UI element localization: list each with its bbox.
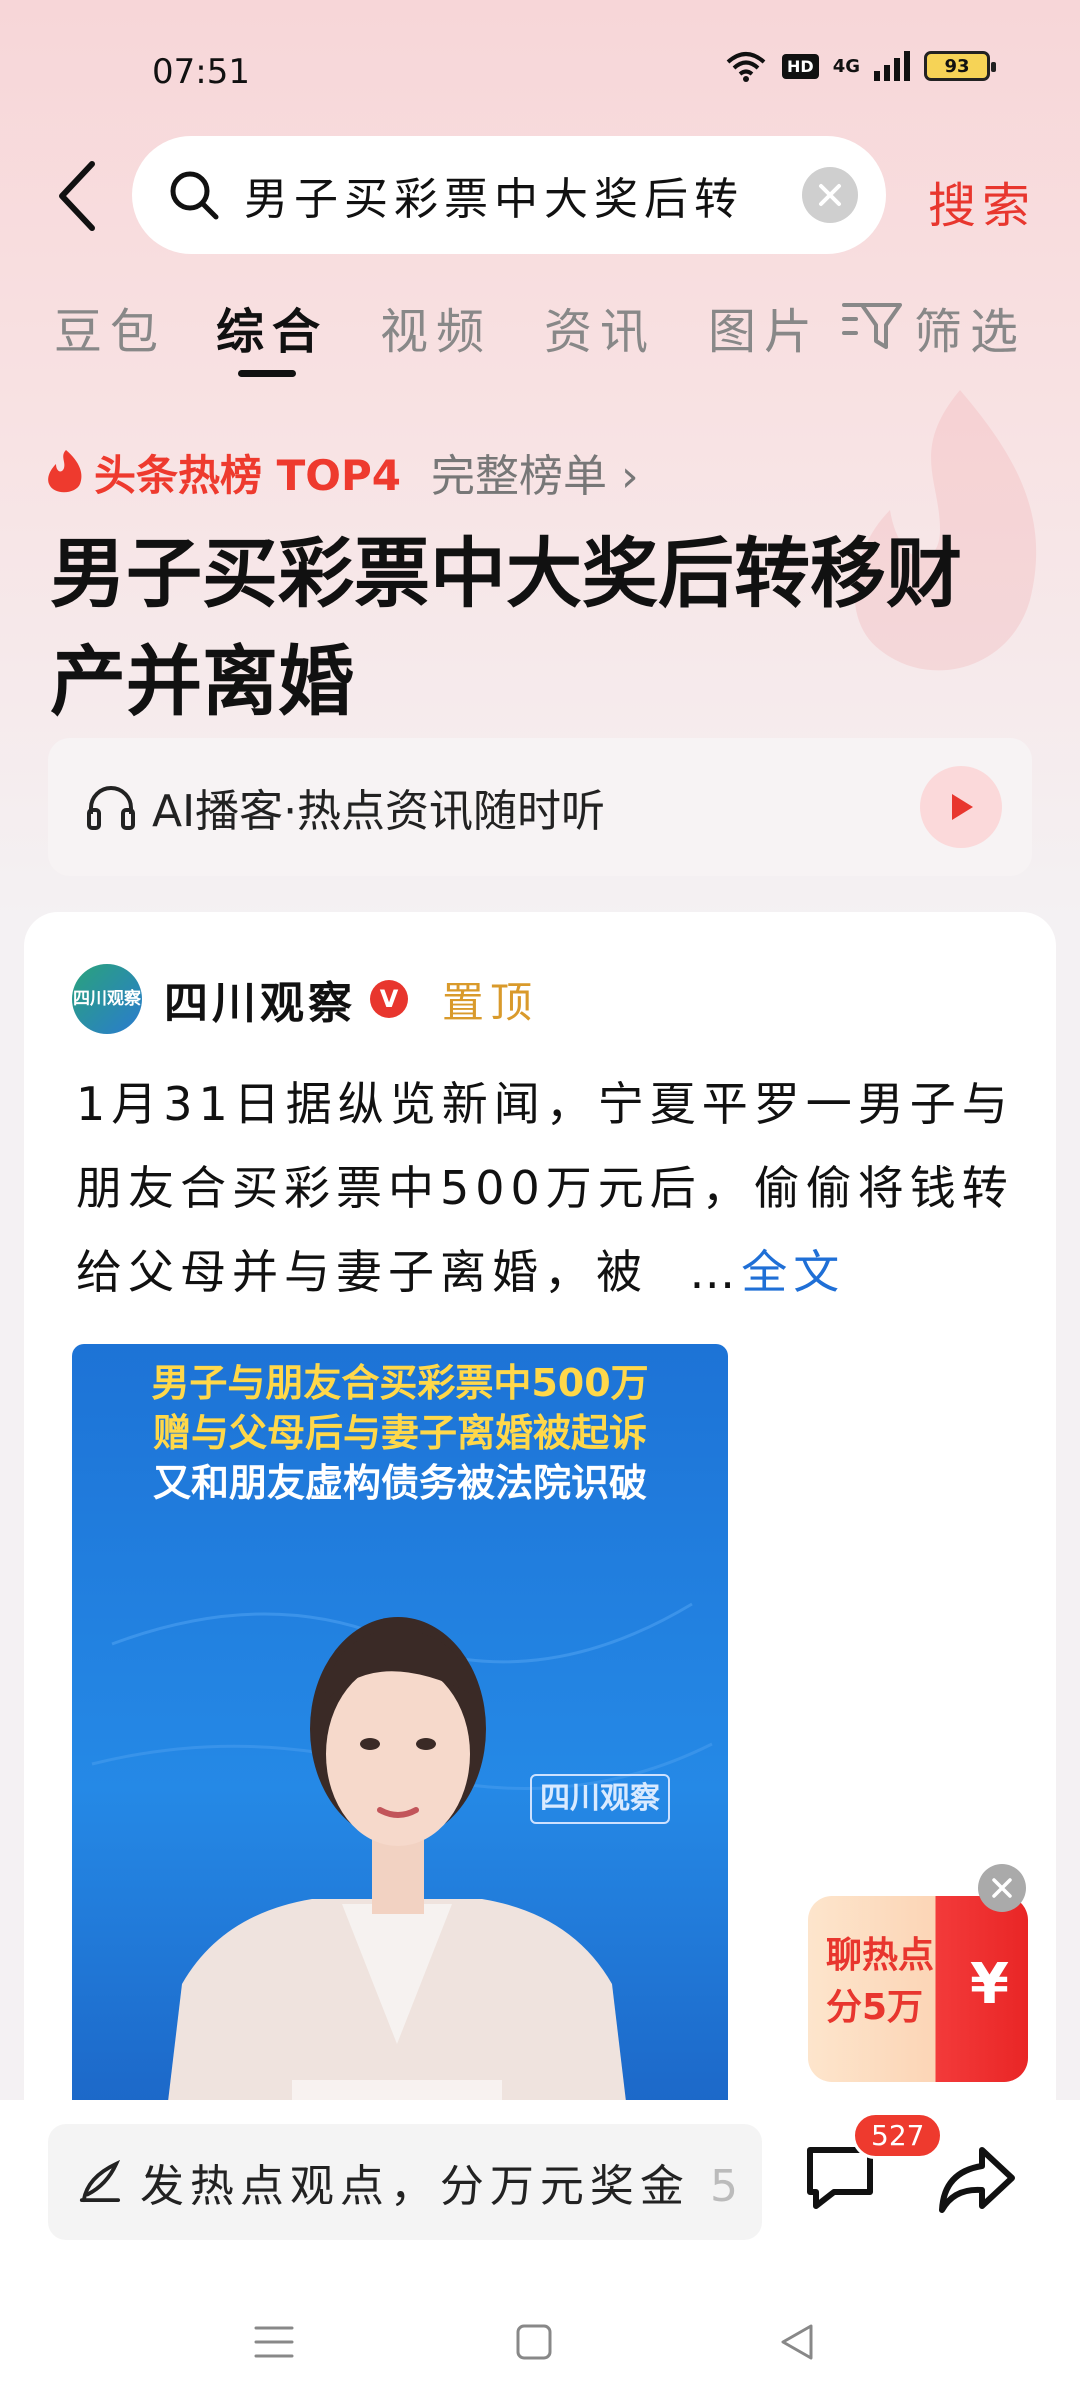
comment-placeholder-tail: 5.	[709, 2161, 736, 2212]
yen-icon: ¥	[970, 1952, 1009, 2017]
search-button[interactable]: 搜索	[928, 166, 1036, 236]
filter-button[interactable]: 筛选	[842, 292, 1026, 362]
promo-line-1: 聊热点	[826, 1935, 935, 1976]
promo-close-button[interactable]	[978, 1864, 1026, 1912]
hd-badge: HD	[782, 53, 819, 79]
status-bar: 07:51 HD 4G 93	[0, 0, 1080, 130]
filter-label: 筛选	[914, 304, 1027, 360]
play-icon	[952, 794, 973, 820]
status-time: 07:51	[152, 52, 250, 92]
close-icon	[992, 1878, 1012, 1898]
promo-widget[interactable]: 聊热点 分5万 ¥	[808, 1864, 1028, 2082]
back-triangle-icon	[781, 2324, 813, 2360]
author-name[interactable]: 四川观察	[164, 967, 356, 1031]
tab-images[interactable]: 图片	[708, 292, 820, 362]
pen-icon	[79, 2159, 121, 2203]
full-text-link[interactable]: 全文	[741, 1245, 845, 1299]
comment-placeholder: 发热点观点，分万元奖金 5.	[140, 2150, 736, 2214]
fire-icon	[48, 450, 82, 493]
promo-line-2: 分5万	[826, 1987, 924, 2028]
headline: 男子买彩票中大奖后转移财产并离婚	[50, 529, 962, 726]
battery-indicator: 93	[924, 51, 996, 81]
chevron-left-icon	[59, 161, 95, 231]
search-input[interactable]: 男子买彩票中大奖后转	[244, 163, 802, 227]
full-list-link[interactable]: 完整榜单 ›	[431, 440, 639, 504]
author-row[interactable]: 四川观察 四川观察 V 置顶	[72, 964, 538, 1034]
tab-news[interactable]: 资讯	[544, 292, 656, 362]
comment-count-badge: 527	[852, 2112, 944, 2159]
hot-list-row[interactable]: 头条热榜 TOP4 完整榜单 ›	[46, 440, 639, 504]
wifi-icon	[726, 52, 766, 82]
tab-video[interactable]: 视频	[380, 292, 492, 362]
home-square-icon	[516, 2324, 552, 2360]
category-tabs: 豆包 综合 视频 资讯 图片 筛选	[0, 292, 1080, 382]
hot-list-label: 头条热榜 TOP4	[94, 450, 401, 500]
comment-input[interactable]: 发热点观点，分万元奖金 5.	[48, 2124, 762, 2240]
bottom-action-bar: 发热点观点，分万元奖金 5. 527	[0, 2100, 1080, 2280]
home-button[interactable]	[504, 2312, 564, 2372]
status-icons: HD 4G 93	[724, 50, 996, 82]
system-nav-bar	[0, 2280, 1080, 2400]
promo-text: 聊热点 分5万	[826, 1930, 934, 2034]
menu-button[interactable]	[244, 2312, 304, 2372]
news-anchor-illustration	[91, 1602, 713, 2152]
signal-icon	[874, 51, 910, 81]
clear-search-button[interactable]	[802, 167, 858, 223]
video-thumbnail[interactable]: 男子与朋友合买彩票中500万 赠与父母后与妻子离婚被起诉 又和朋友虚构债务被法院…	[72, 1344, 728, 2152]
menu-icon	[254, 2326, 294, 2358]
filter-icon	[842, 303, 902, 349]
close-icon	[819, 184, 841, 206]
headphones-icon	[87, 786, 135, 830]
ellipsis: …	[689, 1245, 742, 1299]
back-nav-button[interactable]	[766, 2312, 826, 2372]
promo-card[interactable]: 聊热点 分5万 ¥	[808, 1896, 1028, 2082]
tab-doubao[interactable]: 豆包	[54, 292, 166, 362]
tab-active-indicator	[238, 370, 296, 377]
share-icon	[939, 2147, 1015, 2213]
video-logo: 四川观察	[530, 1774, 670, 1824]
back-button[interactable]	[48, 160, 108, 232]
search-icon	[170, 171, 219, 220]
verified-badge: V	[370, 980, 408, 1018]
comment-placeholder-text: 发热点观点，分万元奖金	[139, 2161, 690, 2212]
search-box[interactable]: 男子买彩票中大奖后转	[132, 136, 886, 254]
ai-podcast-bar[interactable]: AI播客·热点资讯随时听	[48, 738, 1032, 876]
tab-comprehensive[interactable]: 综合	[216, 292, 328, 362]
play-button[interactable]	[920, 766, 1002, 848]
avatar[interactable]: 四川观察	[72, 964, 142, 1034]
pinned-tag: 置顶	[442, 977, 539, 1027]
post-body[interactable]: 1月31日据纵览新闻，宁夏平罗一男子与朋友合买彩票中500万元后，偷偷将钱转给父…	[76, 1062, 1026, 1314]
ai-podcast-label: AI播客·热点资讯随时听	[152, 786, 606, 837]
share-button[interactable]	[936, 2144, 1016, 2216]
post-body-text: 1月31日据纵览新闻，宁夏平罗一男子与朋友合买彩票中500万元后，偷偷将钱转给父…	[76, 1077, 1014, 1299]
network-type: 4G	[832, 55, 860, 77]
